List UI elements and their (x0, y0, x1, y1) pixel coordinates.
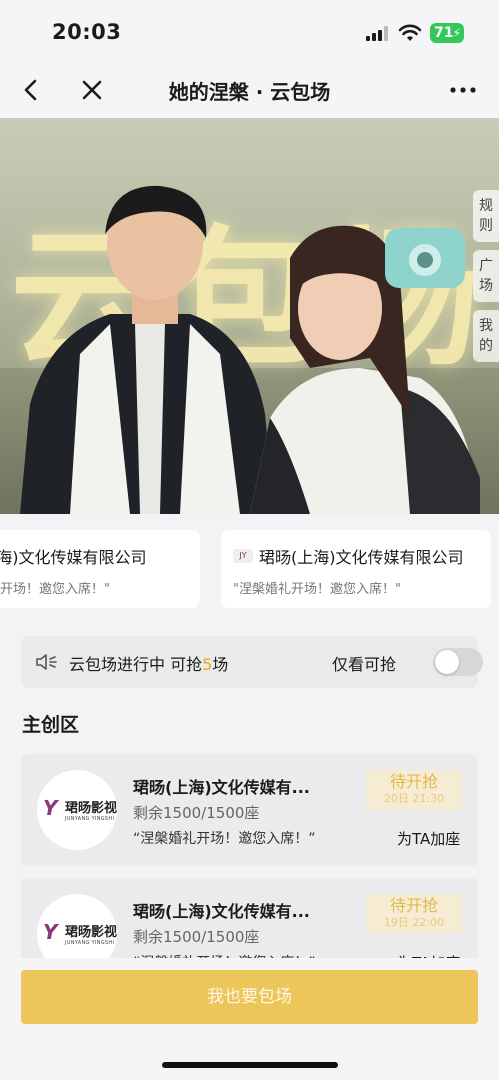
sponsor-name-row: JY 珺旸(上海)文化传媒有限公司 (233, 544, 479, 568)
sponsor-card[interactable]: JY 珺旸(上海)文化传媒有限公司 "涅槃婚礼开场！邀您入席！" (221, 530, 491, 608)
hero-actor-female (250, 225, 480, 514)
nav-bar: 她的涅槃 · 云包场 (0, 62, 499, 118)
status-text-before: 云包场进行中 可抢 (69, 655, 203, 674)
status-text-after: 场 (212, 655, 229, 674)
item-seats: 剩余1500/1500座 (133, 928, 260, 946)
toggle-knob (435, 650, 459, 674)
status-bar: 20:03 71 ⚡ (0, 0, 499, 62)
item-name: 珺旸(上海)文化传媒有... (133, 902, 310, 921)
badge-time: 19日 22:00 (383, 916, 445, 929)
item-quote: “涅槃婚礼开场！邀您入席！” (133, 831, 316, 847)
status-badge: 待开抢 19日 22:00 (366, 894, 462, 934)
item-seats: 剩余1500/1500座 (133, 804, 260, 822)
side-tab-rules[interactable]: 规则 (473, 190, 499, 242)
battery-level: 71 (434, 25, 454, 41)
company-logo: Y 珺旸影视 JUNYANG YINGSHI (37, 770, 117, 850)
badge-status: 待开抢 (389, 896, 438, 915)
page-title: 她的涅槃 · 云包场 (168, 80, 331, 104)
side-tab-mine[interactable]: 我的 (473, 310, 499, 362)
sponsor-message: "涅槃婚礼开场！邀您入席！" (0, 582, 110, 597)
status-time: 20:03 (52, 20, 122, 44)
only-available-label: 仅看可抢 (332, 655, 397, 674)
badge-time: 20日 21:30 (383, 792, 445, 805)
book-screening-button[interactable]: 我也要包场 (21, 970, 478, 1024)
status-badge: 待开抢 20日 21:30 (366, 770, 462, 810)
logo-subtext: JUNYANG YINGSHI (65, 940, 115, 946)
home-indicator (162, 1062, 338, 1068)
sponsor-message: "涅槃婚礼开场！邀您入席！" (233, 582, 401, 597)
hero-side-tabs: 规则 广场 我的 (473, 190, 499, 370)
logo-subtext: JUNYANG YINGSHI (65, 816, 115, 822)
hero-actor-male (20, 185, 275, 514)
status-filter-bar: 云包场进行中 可抢5场 仅看可抢 (21, 636, 483, 688)
more-options-icon[interactable] (446, 76, 480, 104)
battery-indicator: 71 ⚡ (430, 23, 464, 43)
status-text: 云包场进行中 可抢5场 (69, 651, 228, 675)
only-available-toggle[interactable] (433, 648, 483, 676)
sponsor-card[interactable]: 珺旸(上海)文化传媒有限公司 "涅槃婚礼开场！邀您入席！" (0, 530, 200, 608)
item-name: 珺旸(上海)文化传媒有... (133, 778, 310, 797)
badge-status: 待开抢 (389, 772, 438, 791)
list-item[interactable]: Y 珺旸影视 JUNYANG YINGSHI 珺旸(上海)文化传媒有... 剩余… (21, 754, 478, 866)
wifi-icon (398, 24, 422, 41)
speaker-icon (36, 654, 57, 670)
sponsor-logo-icon: JY (233, 549, 253, 563)
logo-mark-icon: Y (43, 796, 58, 820)
sponsor-name: 珺旸(上海)文化传媒有限公司 (0, 548, 147, 567)
add-seat-button[interactable]: 为TA加座 (397, 828, 460, 849)
side-tab-plaza[interactable]: 广场 (473, 250, 499, 302)
sponsor-carousel[interactable]: 珺旸(上海)文化传媒有限公司 "涅槃婚礼开场！邀您入席！" JY 珺旸(上海)文… (0, 530, 499, 608)
bottom-bar: 我也要包场 (0, 958, 499, 1080)
cellular-signal-icon (366, 26, 390, 41)
available-count: 5 (202, 655, 213, 674)
logo-text: 珺旸影视 (65, 801, 118, 816)
sponsor-name: 珺旸(上海)文化传媒有限公司 (259, 548, 464, 567)
hero-banner: 云包场 规则 广场 我的 (0, 118, 499, 514)
charging-bolt-icon: ⚡ (452, 26, 461, 40)
section-title: 主创区 (22, 714, 80, 736)
logo-mark-icon: Y (43, 920, 58, 944)
logo-text: 珺旸影视 (65, 925, 118, 940)
